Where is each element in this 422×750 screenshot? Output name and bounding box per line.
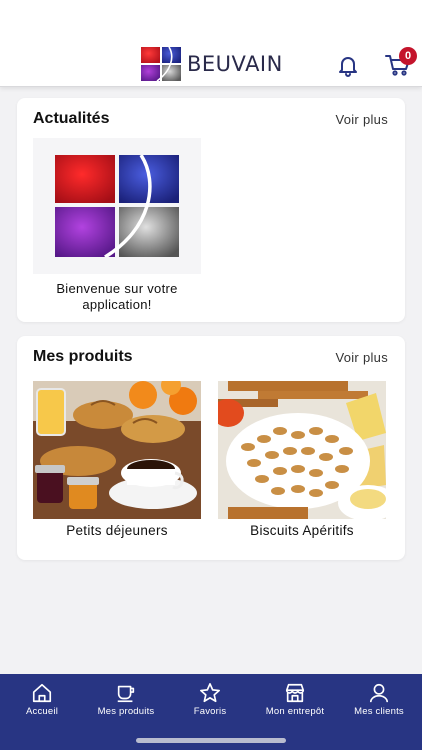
snacks-photo — [218, 381, 386, 519]
products-card: Mes produits Voir plus Petits déjeuners — [17, 336, 405, 560]
star-icon — [200, 683, 220, 703]
brand-name: BEUVAIN — [187, 52, 283, 76]
news-title: Actualités — [33, 110, 110, 127]
top-bar: BEUVAIN 0 — [0, 0, 422, 87]
beuvain-logo-icon — [141, 47, 181, 81]
nav-mes-clients[interactable]: Mes clients — [337, 682, 421, 717]
cup-icon — [117, 685, 135, 703]
bell-icon[interactable] — [336, 53, 360, 77]
product-tile-breakfast[interactable]: Petits déjeuners — [33, 381, 201, 538]
products-see-more-link[interactable]: Voir plus — [335, 350, 388, 365]
products-title: Mes produits — [33, 348, 133, 365]
nav-label: Mes clients — [354, 706, 404, 717]
news-item[interactable]: Bienvenue sur votre application! — [33, 138, 201, 313]
nav-label: Mon entrepôt — [265, 706, 325, 717]
nav-mon-entrepot[interactable]: Mon entrepôt — [253, 682, 337, 717]
nav-label: Favoris — [193, 706, 227, 717]
nav-favoris[interactable]: Favoris — [168, 682, 252, 717]
brand-logo[interactable]: BEUVAIN — [141, 47, 283, 81]
product-caption: Petits déjeuners — [66, 523, 168, 538]
news-card: Actualités Voir plus Bienvenue sur votre… — [17, 98, 405, 322]
news-caption: Bienvenue sur votre application! — [56, 281, 178, 312]
beuvain-logo-image — [55, 155, 179, 257]
news-image — [33, 138, 201, 274]
home-icon — [32, 683, 52, 703]
breakfast-photo — [33, 381, 201, 519]
cart-count-badge: 0 — [399, 47, 417, 65]
product-caption: Biscuits Apéritifs — [250, 523, 354, 538]
home-indicator[interactable] — [136, 738, 286, 743]
nav-label: Mes produits — [97, 706, 155, 717]
nav-accueil[interactable]: Accueil — [0, 682, 84, 717]
nav-label: Accueil — [25, 706, 59, 717]
user-icon — [369, 683, 389, 703]
nav-mes-produits[interactable]: Mes produits — [84, 682, 168, 717]
product-tile-snacks[interactable]: Biscuits Apéritifs — [218, 381, 386, 538]
news-see-more-link[interactable]: Voir plus — [335, 112, 388, 127]
store-icon — [285, 683, 305, 703]
